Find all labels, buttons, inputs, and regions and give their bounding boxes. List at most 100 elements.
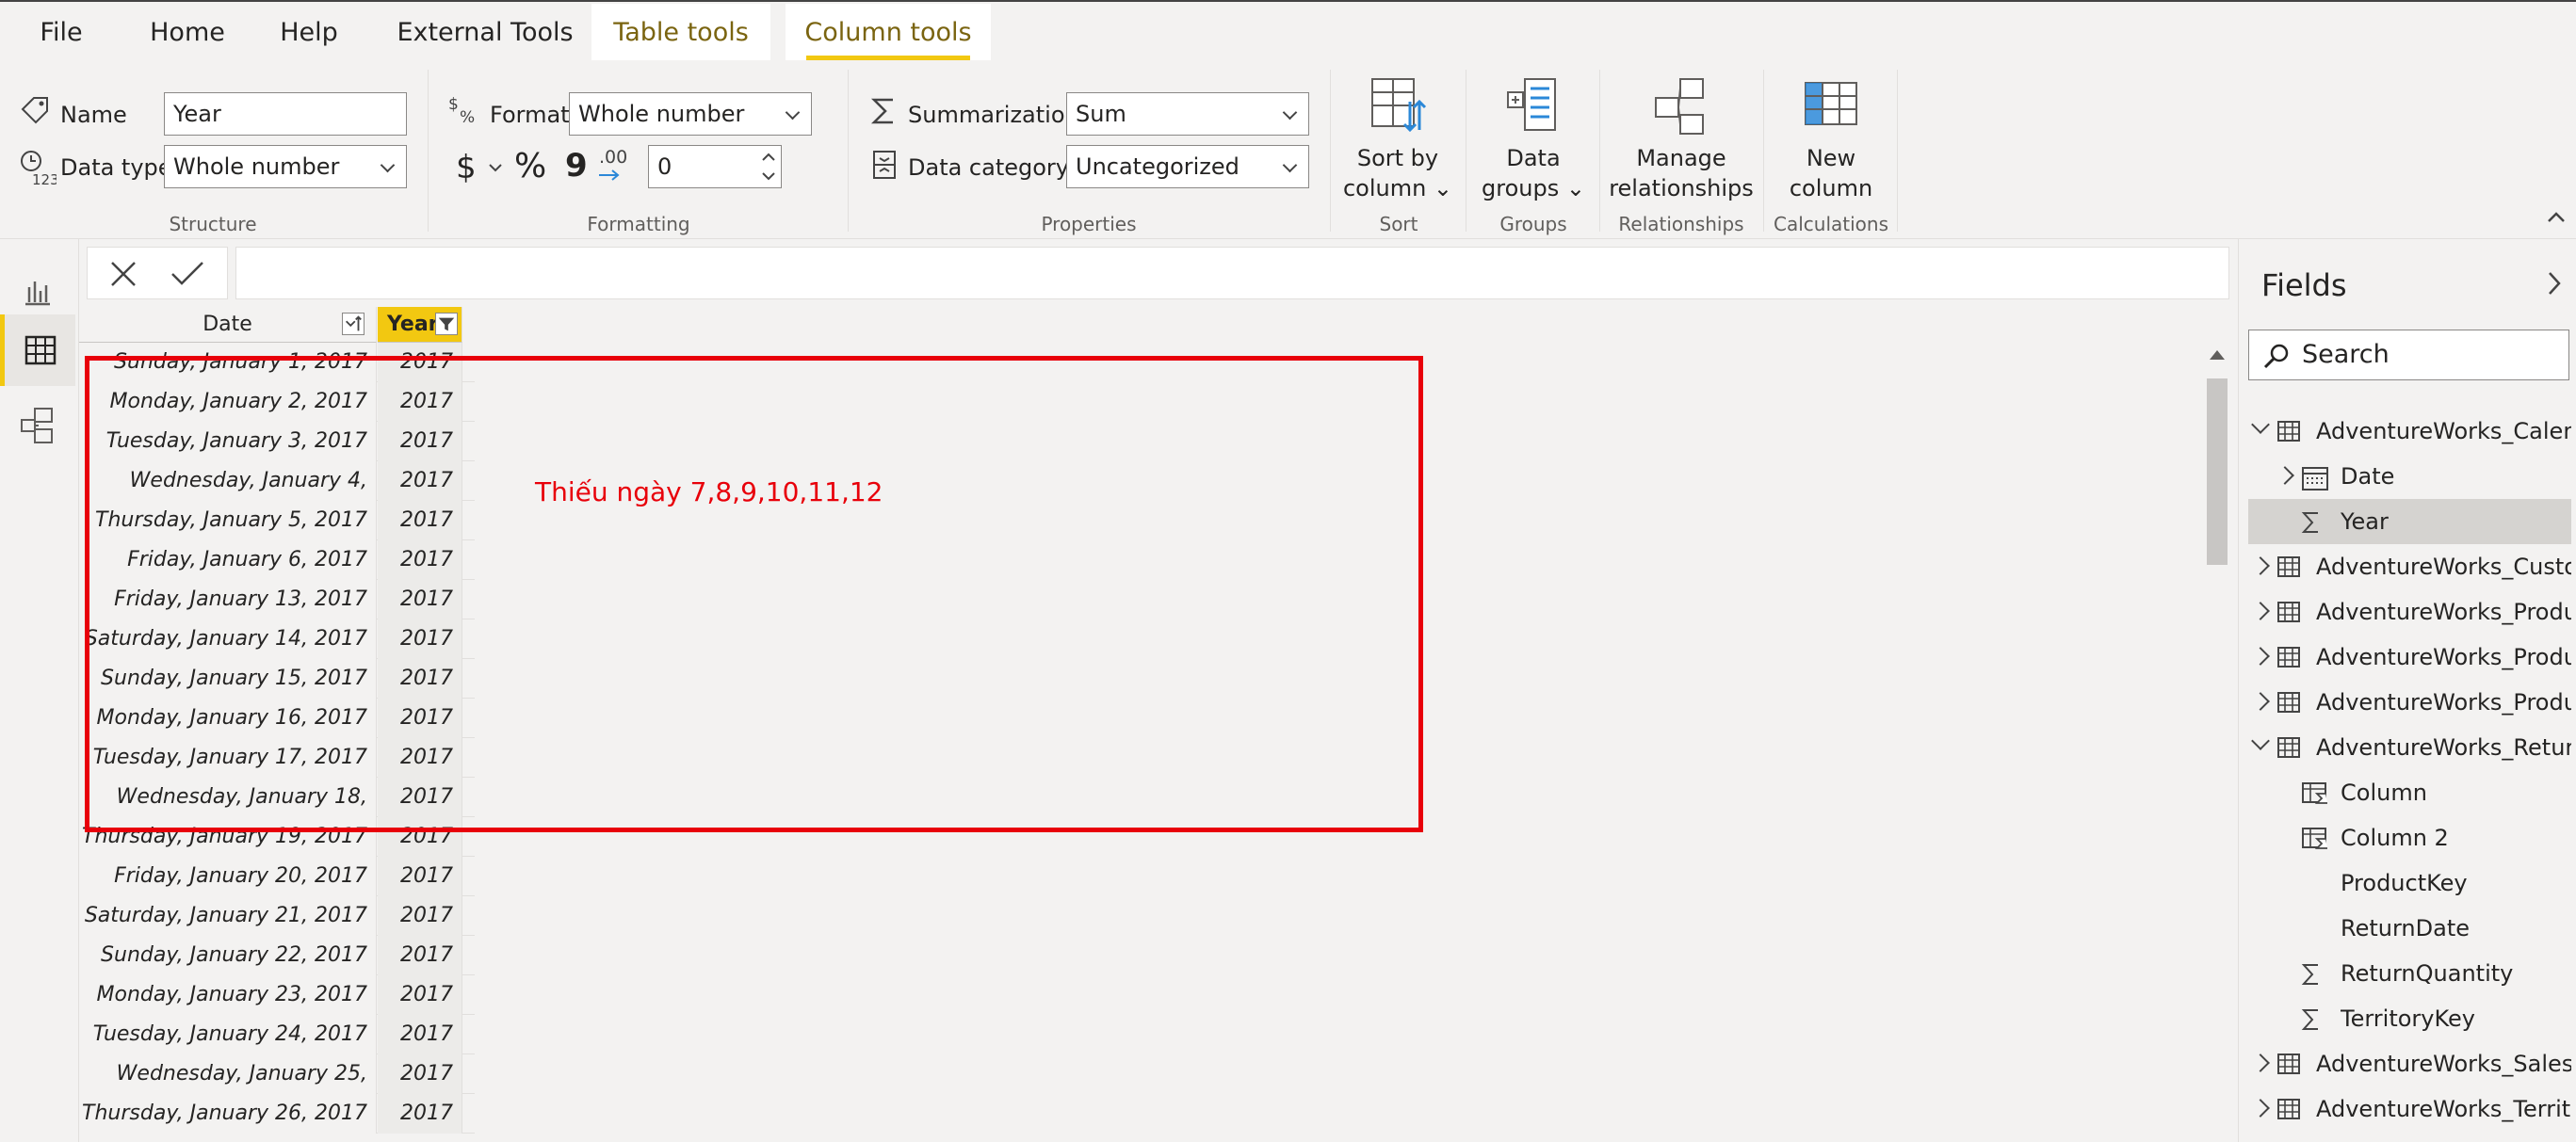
- data-groups-button[interactable]: Data groups ⌄: [1471, 72, 1596, 213]
- datatype-label: Data type: [60, 154, 172, 181]
- date-cell[interactable]: Sunday, January 22, 2017: [79, 936, 377, 975]
- field-label: ReturnDate: [2341, 915, 2471, 941]
- chevron-down-icon[interactable]: [2251, 415, 2270, 434]
- scroll-up-arrow-icon[interactable]: [2210, 350, 2225, 360]
- sort-by-column-button[interactable]: Sort by column ⌄: [1336, 72, 1460, 213]
- field-table-item[interactable]: AdventureWorks_Calen...: [2239, 409, 2576, 454]
- model-view-button[interactable]: [0, 390, 75, 461]
- tab-column-tools[interactable]: Column tools: [786, 4, 991, 60]
- date-cell[interactable]: Friday, January 20, 2017: [79, 857, 377, 896]
- ribbon-separator: [1599, 70, 1600, 232]
- field-label: AdventureWorks_Custo...: [2316, 554, 2571, 580]
- fields-search[interactable]: Search: [2248, 330, 2569, 380]
- field-item[interactable]: ReturnQuantity: [2239, 951, 2576, 996]
- calculated-column-icon: [2301, 781, 2329, 810]
- format-select[interactable]: Whole number: [569, 92, 812, 136]
- field-table-item[interactable]: AdventureWorks_Returns: [2239, 725, 2576, 770]
- svg-text:123: 123: [32, 171, 57, 186]
- grid-scrollbar[interactable]: [2204, 341, 2230, 1142]
- chevron-right-icon[interactable]: [2251, 1054, 2270, 1072]
- field-item[interactable]: Date: [2239, 454, 2576, 499]
- formula-input[interactable]: [235, 247, 2229, 299]
- field-item[interactable]: ReturnDate: [2239, 906, 2576, 951]
- formatting-group-label: Formatting: [587, 213, 690, 235]
- sort-filter-icon[interactable]: [342, 313, 365, 335]
- field-item[interactable]: Year: [2248, 499, 2571, 544]
- table-row: Thursday, January 26, 2017 2017: [79, 1094, 475, 1134]
- date-cell[interactable]: Wednesday, January 25, 2017: [79, 1054, 377, 1125]
- tab-home[interactable]: Home: [138, 4, 237, 60]
- comma-button[interactable]: 9: [565, 147, 588, 185]
- year-cell[interactable]: 2017: [378, 1015, 462, 1054]
- chevron-down-icon[interactable]: [488, 162, 503, 173]
- svg-text:%: %: [460, 108, 475, 126]
- table-row: Tuesday, January 24, 2017 2017: [79, 1015, 475, 1054]
- commit-check-icon[interactable]: [169, 259, 206, 289]
- tab-help[interactable]: Help: [264, 4, 354, 60]
- date-cell[interactable]: Saturday, January 21, 2017: [79, 896, 377, 936]
- new-column-button[interactable]: New column: [1767, 72, 1895, 213]
- tag-icon: [21, 97, 48, 124]
- cancel-icon[interactable]: [108, 259, 138, 289]
- percent-button[interactable]: %: [514, 147, 546, 185]
- chevron-right-icon[interactable]: [2251, 647, 2270, 666]
- data-category-label: Data category: [908, 154, 1069, 181]
- search-icon: [2263, 344, 2289, 369]
- data-view-button[interactable]: [0, 314, 75, 386]
- groups-line2: groups ⌄: [1482, 175, 1585, 201]
- table-icon: [2276, 420, 2301, 446]
- data-category-select[interactable]: Uncategorized: [1066, 145, 1309, 188]
- chevron-right-icon[interactable]: [2251, 602, 2270, 620]
- sigma-icon: [2301, 1007, 2322, 1036]
- chevron-right-icon[interactable]: [2251, 556, 2270, 575]
- tab-table-tools[interactable]: Table tools: [591, 4, 770, 60]
- tab-file[interactable]: File: [21, 4, 102, 60]
- year-cell[interactable]: 2017: [378, 896, 462, 936]
- currency-button[interactable]: $: [456, 149, 477, 186]
- field-table-item[interactable]: AdventureWorks_Sales_...: [2239, 1041, 2576, 1086]
- field-label: TerritoryKey: [2341, 1005, 2476, 1032]
- chevron-right-icon[interactable]: [2251, 1099, 2270, 1118]
- field-table-item[interactable]: AdventureWorks_Territ...: [2239, 1086, 2576, 1132]
- datatype-select[interactable]: Whole number: [164, 145, 407, 188]
- field-table-item[interactable]: AdventureWorks_Produ...: [2239, 589, 2576, 635]
- year-cell[interactable]: 2017: [378, 975, 462, 1015]
- collapse-pane-icon[interactable]: [2540, 269, 2568, 298]
- chevron-right-icon[interactable]: [2251, 692, 2270, 711]
- menu-bar: File Home Help External Tools Table tool…: [0, 0, 2576, 60]
- spinner-icon[interactable]: [759, 147, 778, 186]
- tab-external-tools[interactable]: External Tools: [381, 4, 590, 60]
- date-cell[interactable]: Monday, January 23, 2017: [79, 975, 377, 1015]
- table-icon: [2276, 555, 2301, 582]
- table-icon: [2276, 601, 2301, 627]
- table-icon: [2276, 691, 2301, 717]
- field-item[interactable]: TerritoryKey: [2239, 996, 2576, 1041]
- name-input[interactable]: Year: [164, 92, 407, 136]
- year-cell[interactable]: 2017: [378, 857, 462, 896]
- column-header-date[interactable]: Date: [79, 307, 377, 343]
- field-item[interactable]: ProductKey: [2239, 861, 2576, 906]
- annotation-text: Thiếu ngày 7,8,9,10,11,12: [535, 476, 883, 507]
- manage-relationships-button[interactable]: Manage relationships: [1603, 72, 1759, 213]
- field-table-item[interactable]: AdventureWorks_Produ...: [2239, 680, 2576, 725]
- column-header-year[interactable]: Year: [378, 307, 462, 343]
- date-cell[interactable]: Tuesday, January 24, 2017: [79, 1015, 377, 1054]
- decimal-button[interactable]: .00: [599, 147, 627, 168]
- field-table-item[interactable]: AdventureWorks_Produ...: [2239, 635, 2576, 680]
- filter-icon[interactable]: [435, 313, 458, 335]
- scroll-thumb[interactable]: [2207, 378, 2228, 565]
- year-cell[interactable]: 2017: [378, 936, 462, 975]
- summarization-select[interactable]: Sum: [1066, 92, 1309, 136]
- year-cell[interactable]: 2017: [378, 1094, 462, 1134]
- ribbon: Name Year 123 Data type Whole number Str…: [0, 60, 2576, 239]
- chevron-down-icon[interactable]: [2251, 732, 2270, 750]
- table-icon: [2276, 646, 2301, 672]
- field-item[interactable]: Column: [2239, 770, 2576, 815]
- date-cell[interactable]: Thursday, January 26, 2017: [79, 1094, 377, 1134]
- collapse-ribbon-icon[interactable]: [2545, 209, 2568, 226]
- field-table-item[interactable]: AdventureWorks_Custo...: [2239, 544, 2576, 589]
- year-cell[interactable]: 2017: [378, 1054, 462, 1094]
- field-label: ProductKey: [2341, 870, 2468, 896]
- field-item[interactable]: Column 2: [2239, 815, 2576, 861]
- chevron-right-icon[interactable]: [2276, 466, 2294, 485]
